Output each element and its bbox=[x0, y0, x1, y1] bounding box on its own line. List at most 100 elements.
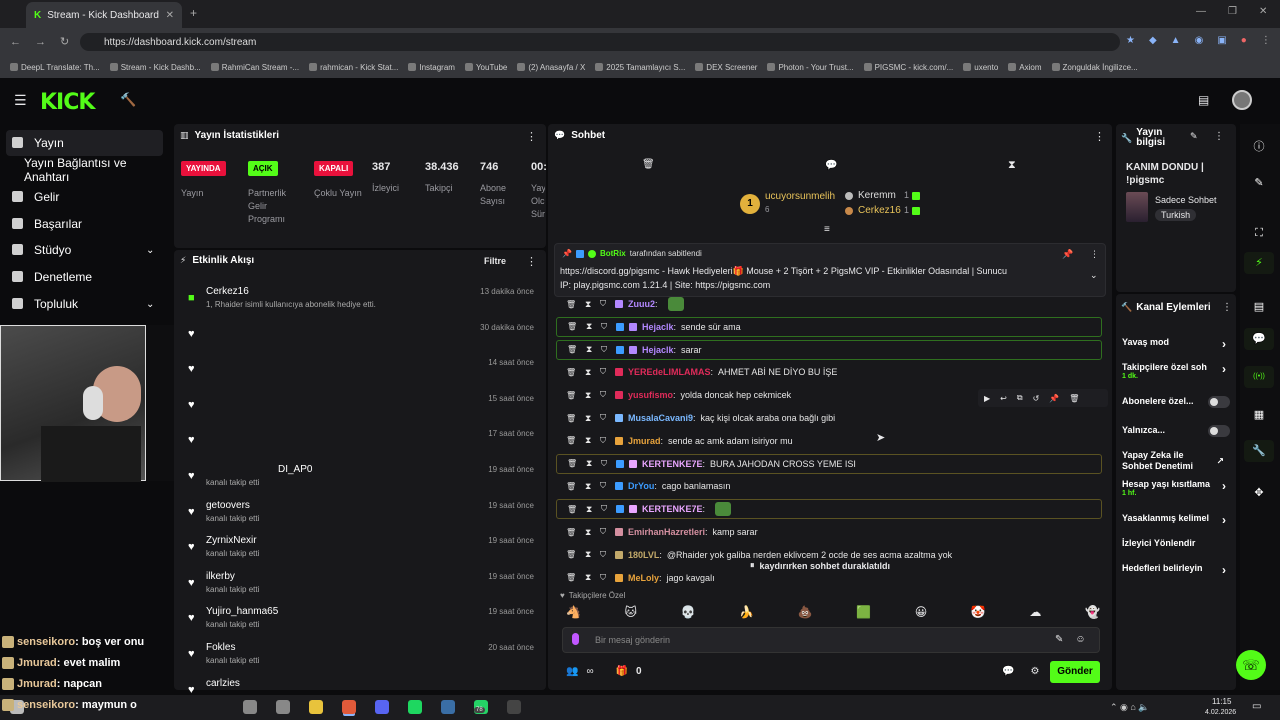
user-avatar[interactable] bbox=[1232, 90, 1252, 110]
timeout-icon[interactable]: ⧗ bbox=[585, 413, 595, 424]
activity-username[interactable]: ZyrnixNexir bbox=[206, 535, 257, 546]
bookmark-item[interactable]: Zonguldak İngilizce... bbox=[1051, 63, 1138, 72]
edit-info-icon[interactable]: ✎ bbox=[1190, 131, 1198, 142]
delete-message-icon[interactable]: 🗑 bbox=[566, 414, 576, 423]
emote-icon[interactable]: 🍌 bbox=[739, 605, 754, 619]
notification-icon[interactable]: ▭ bbox=[1252, 701, 1261, 712]
chat-username[interactable]: DrYou bbox=[628, 481, 654, 491]
close-window-icon[interactable]: ✕ bbox=[1259, 6, 1267, 17]
timeout-icon[interactable]: ⧗ bbox=[585, 390, 595, 401]
toggle-switch[interactable] bbox=[1208, 425, 1230, 437]
chat-message[interactable]: 🗑 ⧗ ⛉ EmirhanHazretleri: kamp sarar bbox=[556, 522, 1102, 542]
leader-name[interactable]: Cerkez16 bbox=[858, 205, 901, 216]
close-tab-icon[interactable]: ✕ bbox=[166, 10, 174, 21]
delete-message-icon[interactable]: 🗑 bbox=[566, 300, 576, 309]
emote-icon[interactable]: ☁ bbox=[1029, 605, 1041, 619]
sidebar-item-1[interactable]: Yayın Bağlantısı ve Anahtarı bbox=[0, 156, 170, 184]
timeout-icon[interactable]: ⧗ bbox=[585, 299, 595, 310]
channel-action-item[interactable]: Takipçilere özel soh 1 dk. › bbox=[1122, 362, 1228, 388]
reload-icon[interactable]: ↻ bbox=[60, 35, 69, 48]
profile-avatar[interactable]: ● bbox=[1241, 35, 1247, 46]
ban-icon[interactable]: ⛉ bbox=[600, 299, 610, 309]
chat-message[interactable]: 🗑 ⧗ ⛉ MusalaCavani9: kaç kişi olcak araba on… bbox=[556, 408, 1102, 428]
ban-icon[interactable]: ⛉ bbox=[600, 390, 610, 400]
ban-icon[interactable]: ⛉ bbox=[600, 527, 610, 537]
chat-username[interactable]: MusalaCavani9 bbox=[628, 413, 693, 423]
bookmark-item[interactable]: DEX Screener bbox=[695, 63, 757, 72]
emote-icon[interactable]: 🐱 bbox=[625, 605, 638, 619]
bookmark-item[interactable]: Axiom bbox=[1008, 63, 1042, 72]
sidebar-item-4[interactable]: Stüdyo ⌄ bbox=[0, 237, 170, 263]
browser-tab[interactable]: K Stream - Kick Dashboard ✕ bbox=[26, 2, 182, 28]
ban-icon[interactable]: ⛉ bbox=[601, 504, 611, 514]
delete-message-icon[interactable]: 🗑 bbox=[567, 505, 577, 514]
language-tag[interactable]: Turkish bbox=[1155, 209, 1197, 221]
chat-message[interactable]: 🗑 ⧗ ⛉ YEREdeLIMLAMAS: AHMET ABİ NE DİYO BU İ… bbox=[556, 362, 1102, 382]
emoji-icon[interactable]: ☺ bbox=[1075, 634, 1085, 645]
timeout-icon[interactable]: ⧗ bbox=[586, 321, 596, 332]
chat-icon[interactable]: 💬 bbox=[1244, 328, 1274, 350]
mic-icon[interactable] bbox=[572, 633, 579, 645]
bookmark-item[interactable]: rahmican - Kick Stat... bbox=[309, 63, 398, 72]
chat-username[interactable]: Hejaclk bbox=[642, 345, 674, 355]
chat-message[interactable]: 🗑 ⧗ ⛉ yusufismo: yolda doncak hep cekmicek bbox=[556, 385, 1102, 405]
gear-icon[interactable]: ⚙ bbox=[1030, 666, 1039, 677]
ban-icon[interactable]: ⛉ bbox=[600, 481, 610, 491]
timeout-icon[interactable]: ⧗ bbox=[585, 549, 595, 560]
info-menu-icon[interactable]: ⋮ bbox=[1214, 131, 1224, 142]
bolt-icon[interactable]: ⚡ bbox=[1244, 252, 1274, 274]
channel-action-item[interactable]: Hesap yaşı kısıtlama 1 hf. › bbox=[1122, 479, 1228, 505]
chat-username[interactable]: KERTENKE7E bbox=[642, 459, 703, 469]
timeout-icon[interactable]: ⧗ bbox=[586, 504, 596, 515]
users-icon[interactable]: 👥 bbox=[566, 666, 578, 677]
hammer-icon[interactable]: 🔨 bbox=[120, 92, 136, 108]
info-icon[interactable]: ⓘ bbox=[1244, 136, 1274, 158]
channel-action-item[interactable]: İzleyici Yönlendir bbox=[1122, 538, 1228, 564]
chat-message[interactable]: 🗑 ⧗ ⛉ 180LVL: @Rhaider yok galiba nerden ekl… bbox=[556, 545, 1102, 565]
hamburger-icon[interactable]: ☰ bbox=[14, 92, 27, 109]
leader-name[interactable]: ucuyorsunmelih bbox=[765, 191, 835, 202]
chat-menu-icon[interactable]: ⋮ bbox=[1094, 130, 1105, 143]
ban-icon[interactable]: ⛉ bbox=[600, 413, 610, 423]
extension-icon[interactable]: ◉ bbox=[1195, 35, 1204, 46]
bookmark-item[interactable]: uxento bbox=[963, 63, 998, 72]
delete-message-icon[interactable]: 🗑 bbox=[566, 482, 576, 491]
bookmark-item[interactable]: RahmiCan Stream -... bbox=[210, 63, 299, 72]
channel-action-item[interactable]: Yapay Zeka ile Sohbet Denetimi ↗ bbox=[1122, 450, 1228, 476]
chat-username[interactable]: EmirhanHazretleri bbox=[628, 527, 705, 537]
timeout-icon[interactable]: ⧗ bbox=[585, 481, 595, 492]
gift-icon[interactable]: 🎁 bbox=[616, 666, 628, 677]
sidebar-item-2[interactable]: Gelir bbox=[0, 184, 170, 210]
timeout-icon[interactable]: ⧗ bbox=[586, 458, 596, 469]
capture-icon[interactable]: ⛶ bbox=[1244, 222, 1274, 244]
filter-button[interactable]: Filtre bbox=[484, 256, 506, 266]
chat-popout-icon[interactable]: 💬 bbox=[825, 160, 837, 171]
activity-username[interactable]: Fokles bbox=[206, 642, 235, 653]
bookmark-star-icon[interactable]: ★ bbox=[1126, 35, 1135, 46]
layout-icon[interactable]: ▦ bbox=[1244, 404, 1274, 426]
broadcast-icon[interactable]: ((•)) bbox=[1244, 366, 1274, 388]
sidebar-item-5[interactable]: Denetleme bbox=[0, 264, 170, 290]
ban-icon[interactable]: ⛉ bbox=[601, 322, 611, 332]
bookmark-item[interactable]: Instagram bbox=[408, 63, 455, 72]
sidebar-item-3[interactable]: Başarılar bbox=[0, 211, 170, 237]
emote-icon[interactable]: 😀 bbox=[915, 605, 928, 619]
ban-icon[interactable]: ⛉ bbox=[600, 436, 610, 446]
emote-icon[interactable]: 💀 bbox=[681, 605, 696, 619]
pinned-menu-icon[interactable]: ⋮ bbox=[1090, 249, 1099, 260]
delete-message-icon[interactable]: 🗑 bbox=[566, 550, 576, 559]
activity-menu-icon[interactable]: ⋮ bbox=[526, 255, 537, 268]
url-input[interactable]: https://dashboard.kick.com/stream bbox=[80, 33, 1120, 51]
settings-icon[interactable]: ✥ bbox=[1244, 482, 1274, 504]
minimize-icon[interactable]: — bbox=[1196, 6, 1206, 17]
emote-icon[interactable]: 🐴 bbox=[566, 605, 581, 619]
chat-message[interactable]: 🗑 ⧗ ⛉ Hejaclk: sende sür ama bbox=[556, 316, 1102, 337]
wrench-icon[interactable]: 🔧 bbox=[1244, 440, 1274, 462]
chat-message[interactable]: 🗑 ⧗ ⛉ MeLoly: jago kavgalı bbox=[556, 568, 1102, 588]
list-icon[interactable]: ▤ bbox=[1244, 296, 1274, 318]
leader-name[interactable]: Keremm bbox=[858, 190, 896, 201]
trash-icon[interactable]: 🗑 bbox=[642, 159, 655, 170]
toggle-switch[interactable] bbox=[1208, 396, 1230, 408]
activity-username[interactable]: DI_AP0 bbox=[278, 464, 312, 475]
delete-message-icon[interactable]: 🗑 bbox=[567, 345, 577, 354]
